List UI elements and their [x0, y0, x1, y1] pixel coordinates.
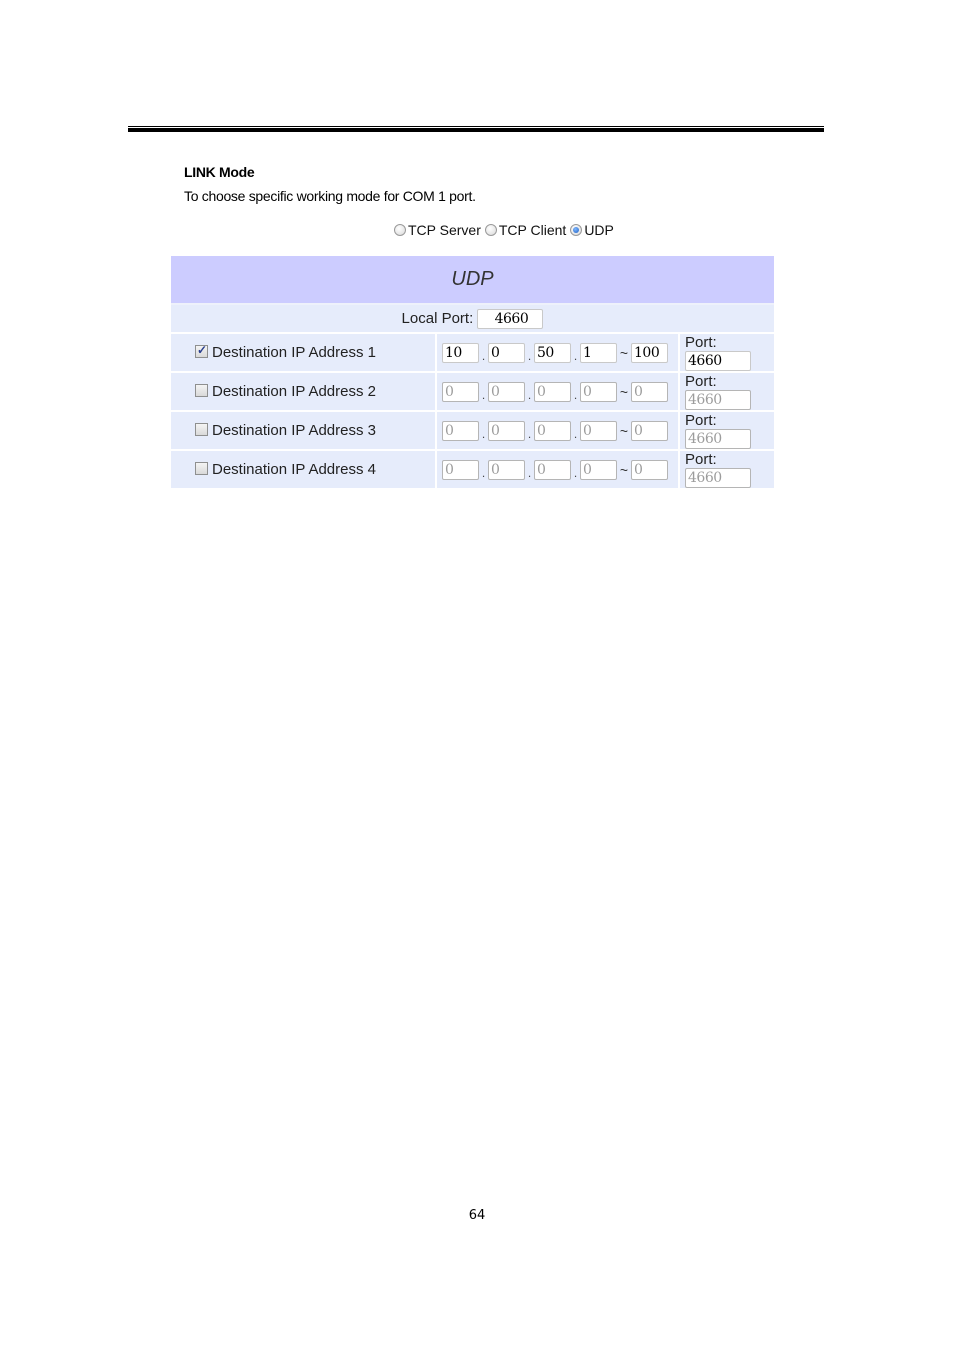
octet-separator: . [481, 348, 486, 363]
link-mode-radio-group: TCP Server TCP Client UDP [394, 222, 618, 238]
destination-3-checkbox[interactable] [195, 423, 208, 436]
destination-1-port-label: Port: [685, 334, 717, 351]
destination-1-octet-1[interactable]: 10 [442, 342, 479, 363]
octet-separator: . [573, 426, 578, 441]
radio-udp[interactable] [570, 224, 583, 236]
destination-2-octet-2[interactable]: 0 [488, 381, 525, 402]
destination-4-port-label: Port: [685, 451, 717, 468]
radio-tcp-client[interactable] [484, 224, 497, 236]
destination-row-2: Destination IP Address 2 0. 0. 0. 0 ~0 Port:… [171, 373, 774, 412]
destination-2-checkbox[interactable] [195, 384, 208, 397]
range-separator: ~ [619, 422, 629, 439]
udp-table-header: UDP [171, 256, 774, 305]
destination-4-octet-1[interactable]: 0 [442, 459, 479, 480]
destination-4-port-input[interactable]: 4660 [685, 468, 751, 488]
destination-1-checkbox[interactable] [195, 343, 208, 358]
octet-separator: . [527, 348, 532, 363]
octet-separator: . [573, 348, 578, 363]
destination-3-range-end[interactable]: 0 [631, 420, 668, 441]
radio-tcp-server[interactable] [394, 224, 406, 236]
destination-4-octet-3[interactable]: 0 [534, 459, 571, 480]
octet-separator: . [527, 465, 532, 480]
destination-2-range-end[interactable]: 0 [631, 381, 668, 402]
octet-separator: . [481, 426, 486, 441]
local-port-label: Local Port: [401, 309, 474, 327]
destination-row-1: Destination IP Address 1 10.0.50.1~100 P… [171, 334, 774, 373]
destination-4-range-end[interactable]: 0 [631, 459, 668, 480]
destination-3-octet-1[interactable]: 0 [442, 420, 479, 441]
local-port-row: Local Port: 4660 [171, 305, 774, 334]
page-number: 64 [468, 1208, 486, 1223]
destination-2-label: Destination IP Address 2 [212, 383, 376, 400]
header-rule-thick [128, 128, 824, 132]
destination-4-checkbox[interactable] [195, 462, 208, 475]
octet-separator: . [527, 387, 532, 402]
section-description: To choose specific working mode for COM … [184, 188, 476, 204]
radio-label-udp[interactable]: UDP [584, 222, 614, 238]
destination-3-port-input[interactable]: 4660 [685, 429, 751, 449]
destination-4-octet-2[interactable]: 0 [488, 459, 525, 480]
destination-1-label: Destination IP Address 1 [212, 344, 376, 361]
udp-settings-table: UDP Local Port: 4660 Destination IP Addr… [171, 256, 774, 490]
destination-1-octet-4[interactable]: 1 [580, 342, 617, 363]
header-rule-thin [128, 126, 824, 127]
range-separator: ~ [619, 383, 629, 400]
local-port-input[interactable]: 4660 [477, 308, 544, 329]
destination-2-octet-1[interactable]: 0 [442, 381, 479, 402]
destination-2-port-input[interactable]: 4660 [685, 390, 751, 410]
destination-2-octet-3[interactable]: 0 [534, 381, 571, 402]
destination-3-octet-3[interactable]: 0 [534, 420, 571, 441]
destination-4-octet-4[interactable]: 0 [580, 459, 617, 480]
destination-1-port-input[interactable]: 4660 [685, 351, 751, 371]
destination-row-3: Destination IP Address 3 0. 0. 0. 0 ~0 Port:… [171, 412, 774, 451]
destination-2-port-label: Port: [685, 373, 717, 390]
destination-3-octet-2[interactable]: 0 [488, 420, 525, 441]
octet-separator: . [527, 426, 532, 441]
destination-3-port-label: Port: [685, 412, 717, 429]
destination-3-octet-4[interactable]: 0 [580, 420, 617, 441]
destination-1-octet-3[interactable]: 50 [534, 342, 571, 363]
octet-separator: . [573, 387, 578, 402]
range-separator: ~ [619, 461, 629, 478]
destination-4-label: Destination IP Address 4 [212, 461, 376, 478]
radio-label-tcp-server[interactable]: TCP Server [408, 222, 481, 238]
destination-1-range-end[interactable]: 100 [631, 342, 668, 363]
destination-row-4: Destination IP Address 4 0. 0. 0. 0 ~0 Port:… [171, 451, 774, 490]
radio-label-tcp-client[interactable]: TCP Client [499, 222, 566, 238]
octet-separator: . [481, 465, 486, 480]
range-separator: ~ [619, 344, 629, 361]
destination-3-label: Destination IP Address 3 [212, 422, 376, 439]
octet-separator: . [573, 465, 578, 480]
section-title: LINK Mode [184, 164, 255, 180]
octet-separator: . [481, 387, 486, 402]
destination-2-octet-4[interactable]: 0 [580, 381, 617, 402]
destination-1-octet-2[interactable]: 0 [488, 342, 525, 363]
